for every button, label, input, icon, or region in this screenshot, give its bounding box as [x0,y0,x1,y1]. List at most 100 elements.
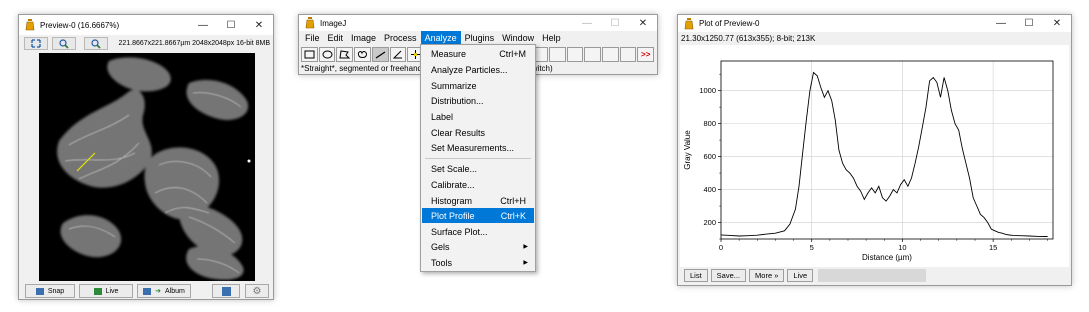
preview-window: Preview-0 (16.6667%) — ☐ ✕ 221.8667x221.… [18,14,274,300]
polygon-icon [339,50,351,59]
empty-tool-slot[interactable] [566,47,584,62]
imagej-icon [304,17,316,29]
line-tool[interactable] [371,47,389,62]
menu-item-measure[interactable]: Measure Ctrl+M [422,46,534,61]
menu-item-calibrate[interactable]: Calibrate... [422,177,534,192]
album-icon [143,287,152,295]
menu-image[interactable]: Image [347,31,380,47]
zoom-in-button[interactable] [52,37,76,50]
preview-titlebar[interactable]: Preview-0 (16.6667%) — ☐ ✕ [19,15,273,35]
x-tick-label: 0 [719,243,723,252]
plot-frame [720,60,1054,240]
maximize-icon[interactable]: ☐ [217,15,245,35]
empty-tool-slot[interactable] [548,47,566,62]
more-button[interactable]: More » [749,269,785,282]
menu-file[interactable]: File [301,31,324,47]
preview-button-row: Snap Live ➜ Album ⚙ [19,281,273,301]
save-image-button[interactable] [212,284,240,298]
analyze-menu: Measure Ctrl+M Analyze Particles... Summa… [420,44,536,272]
menu-item-tools[interactable]: Tools ▶ [422,255,534,270]
menu-item-histogram[interactable]: Histogram Ctrl+H [422,193,534,208]
rectangle-tool[interactable] [301,47,318,62]
submenu-arrow-icon: ▶ [523,244,528,250]
live-button[interactable]: Live [787,269,814,282]
maximize-icon[interactable]: ☐ [601,13,629,33]
floppy-disk-icon [221,286,231,296]
more-tools-button[interactable]: >> [637,47,655,62]
menu-item-label[interactable]: Label [422,109,534,124]
empty-tool-slot[interactable] [619,47,637,62]
preview-toolbar: 221.8667x221.8667µm 2048x2048px 16-bit 8… [19,37,273,51]
close-icon[interactable]: ✕ [629,13,657,33]
zoom-in-icon [59,38,69,49]
microscope-image[interactable] [39,53,255,281]
empty-tool-slot[interactable] [584,47,601,62]
imagej-titlebar[interactable]: ImageJ — ☐ ✕ [299,15,657,31]
y-tick-label: 800 [703,119,716,128]
x-tick-label: 15 [989,243,997,252]
angle-tool[interactable] [389,47,407,62]
plot-subtitle: 21.30x1250.77 (613x355); 8-bit; 213K [681,34,816,43]
menu-item-distribution[interactable]: Distribution... [422,93,534,108]
snap-button[interactable]: Snap [25,284,75,298]
minimize-icon[interactable]: — [189,15,217,35]
expand-icon [31,39,41,48]
zoom-out-icon [91,38,101,49]
save-button[interactable]: Save... [710,269,747,282]
empty-tool-slot[interactable] [601,47,619,62]
menu-help[interactable]: Help [538,31,565,47]
maximize-icon[interactable]: ☐ [1015,14,1043,34]
oval-icon [322,50,333,59]
plot-status-area [818,269,927,282]
straight-line-icon [375,51,385,59]
submenu-arrow-icon: ▶ [523,260,528,266]
imagej-icon [24,19,36,31]
menu-item-set-measurements[interactable]: Set Measurements... [422,140,534,155]
profile-line [720,71,1048,237]
menu-separator [425,158,531,159]
cell-image [39,53,255,281]
profile-plot[interactable]: 0 5 10 15 200 400 600 800 1000 Distance (µm) Gra… [680,45,1069,267]
y-tick-label: 1000 [699,86,716,95]
menu-item-analyze-particles[interactable]: Analyze Particles... [422,62,534,77]
menu-item-summarize[interactable]: Summarize [422,78,534,93]
imagej-title: ImageJ [320,18,347,28]
plot-button-row: List Save... More » Live [684,269,927,283]
x-tick-label: 5 [810,243,814,252]
angle-icon [393,50,403,59]
freehand-tool[interactable] [354,47,371,62]
profile-chart: 0 5 10 15 200 400 600 800 1000 Distance (µm) Gra… [683,60,1054,262]
plot-window: Plot of Preview-0 — ☐ ✕ 21.30x1250.77 (6… [677,14,1072,286]
imagej-icon [683,17,695,30]
bright-spot [247,159,251,163]
rectangle-icon [304,50,315,59]
settings-button[interactable]: ⚙ [245,284,269,298]
x-axis-label: Distance (µm) [862,253,912,262]
live-button[interactable]: Live [79,284,133,298]
freehand-icon [357,51,367,58]
list-button[interactable]: List [684,269,708,282]
menu-item-gels[interactable]: Gels ▶ [422,239,534,254]
polygon-tool[interactable] [336,47,354,62]
menu-item-surface-plot[interactable]: Surface Plot... [422,224,534,239]
menu-item-clear-results[interactable]: Clear Results [422,125,534,140]
menu-process[interactable]: Process [380,31,421,47]
zoom-out-button[interactable] [84,37,108,50]
minimize-icon[interactable]: — [987,14,1015,34]
image-info: 221.8667x221.8667µm 2048x2048px 16-bit 8… [118,40,270,47]
menu-item-plot-profile[interactable]: Plot Profile Ctrl+K [422,208,534,223]
y-axis-label: Gray Value [683,130,692,170]
x-tick-label: 10 [898,243,906,252]
fit-window-button[interactable] [24,37,48,50]
oval-tool[interactable] [318,47,336,62]
plot-titlebar[interactable]: Plot of Preview-0 — ☐ ✕ [678,15,1071,32]
menu-edit[interactable]: Edit [324,31,348,47]
minimize-icon[interactable]: — [573,13,601,33]
video-camera-icon [93,287,102,295]
album-button[interactable]: ➜ Album [137,284,191,298]
plot-title: Plot of Preview-0 [699,19,760,28]
close-icon[interactable]: ✕ [1043,14,1071,34]
gear-icon: ⚙ [252,285,262,297]
menu-item-set-scale[interactable]: Set Scale... [422,161,534,176]
close-icon[interactable]: ✕ [245,15,273,35]
